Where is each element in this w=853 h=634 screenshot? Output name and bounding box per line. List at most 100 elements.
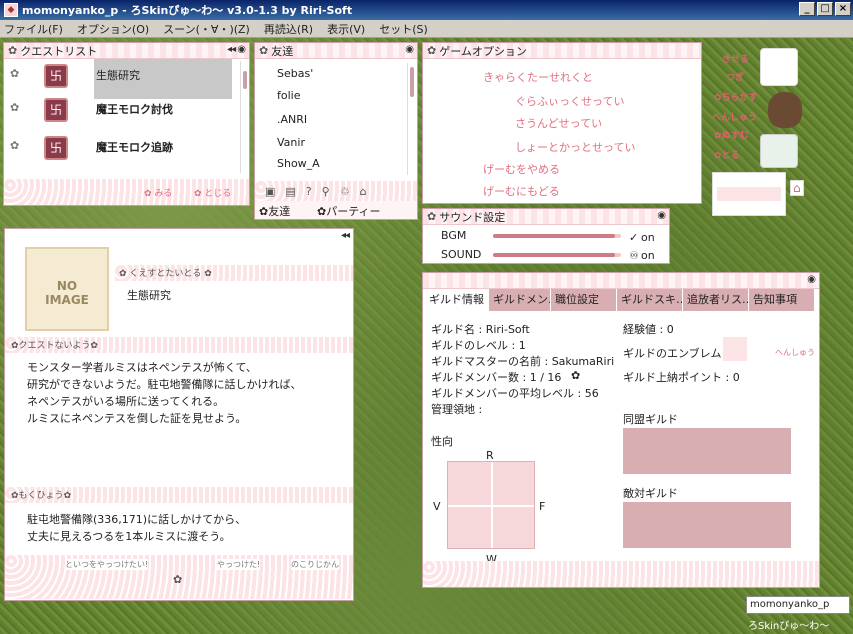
- view-button[interactable]: ✿ みる: [144, 186, 172, 199]
- tab-guild-info[interactable]: ギルド情報: [425, 289, 489, 311]
- menu-file[interactable]: ファイル(F): [4, 21, 63, 37]
- no-image-text: NO IMAGE: [45, 279, 89, 307]
- guild-footer: [423, 561, 819, 587]
- menu-set[interactable]: セット(S): [379, 21, 428, 37]
- friends-tabbar: ✿友達 ✿パーティー: [255, 201, 417, 219]
- axis-v-label: V: [433, 500, 441, 513]
- tab-party[interactable]: ✿パーティー: [317, 203, 381, 219]
- sound-settings-header[interactable]: ✿ サウンド設定 ◉: [423, 209, 669, 225]
- close-guild-icon[interactable]: ◉: [807, 274, 816, 285]
- quest-list-scrollbar[interactable]: [240, 61, 248, 173]
- side-item[interactable]: ✿ぬすむ: [714, 128, 749, 141]
- quest-goal-line: 丈夫に見えるつるを1本ルミスに渡そう。: [27, 530, 231, 543]
- tab-guild-skills[interactable]: ギルドスキ…: [617, 289, 683, 311]
- lock-icon[interactable]: ⌂: [360, 185, 367, 198]
- quest-goal-label: ✿もくひょう✿: [11, 491, 72, 501]
- trash-icon[interactable]: ♲: [340, 185, 350, 198]
- tab-notice[interactable]: 告知事項: [749, 289, 815, 311]
- friends-header[interactable]: ✿ 友達 ◉: [255, 43, 417, 59]
- emblem-edit-button[interactable]: へんしゅう: [775, 347, 815, 358]
- sound-state: on: [641, 249, 655, 262]
- menu-option[interactable]: オプション(O): [77, 21, 149, 37]
- collapse-icon[interactable]: ◉: [405, 44, 414, 55]
- collapse-icon[interactable]: ◉: [657, 210, 666, 221]
- quest-detail-footer: といつをやっつけたい! やっつけた! のこりじかん ✿: [5, 555, 353, 599]
- paw-icon: ✿: [10, 101, 20, 114]
- bgm-state: on: [641, 231, 655, 244]
- chat-input[interactable]: [717, 187, 781, 201]
- friends-scrollbar[interactable]: [407, 63, 415, 175]
- guild-tendency-label: 性向: [431, 435, 453, 448]
- chat-box[interactable]: [712, 172, 786, 216]
- option-sound[interactable]: さうんどせってい: [515, 115, 602, 131]
- side-item[interactable]: ✿ちらかす: [714, 90, 758, 103]
- paw-icon: ✿: [427, 210, 437, 223]
- minimize-button[interactable]: _: [799, 2, 815, 16]
- friend-item[interactable]: Sebas': [277, 67, 313, 80]
- quest-list-header[interactable]: ✿ クエストリスト ◂◂ ◉: [4, 43, 249, 59]
- close-list-button[interactable]: ✿ とじる: [194, 186, 231, 199]
- quest-item[interactable]: ✿ 卐 生態研究: [6, 59, 238, 99]
- title-bar: ◆ momonyanko_p - ろSkinぴゅ〜わ〜 v3.0-1.3 by …: [0, 0, 853, 20]
- side-panel: きせる つぎ ✿ちらかす へんしゅう ✿ぬすむ ✿とる ⌂: [708, 44, 818, 224]
- option-character-select[interactable]: きゃらくたーせれくと: [483, 69, 593, 85]
- paw-icon[interactable]: ✿: [571, 369, 580, 382]
- search-icon[interactable]: ⚲: [322, 185, 330, 198]
- tab-friends[interactable]: ✿友達: [259, 203, 290, 219]
- side-item[interactable]: ✿とる: [714, 148, 740, 161]
- allied-guild-list: [623, 428, 791, 474]
- quest-list-footer: ✿ みる ✿ とじる: [4, 179, 249, 205]
- bgm-slider[interactable]: [493, 234, 621, 238]
- friend-item[interactable]: .ANRI: [277, 113, 307, 126]
- option-graphics[interactable]: ぐらふぃっくせってい: [515, 93, 624, 109]
- collapse-icon[interactable]: ◂◂: [341, 230, 350, 241]
- game-options-title: ゲームオプション: [439, 44, 527, 58]
- friend-item[interactable]: Show_A: [277, 157, 320, 170]
- sound-slider-fill: [493, 253, 615, 257]
- close-button[interactable]: ×: [835, 2, 851, 16]
- hostile-guild-label: 敵対ギルド: [623, 487, 678, 500]
- option-quit-game[interactable]: げーむをやめる: [483, 161, 560, 177]
- paw-icon: ✿: [259, 44, 269, 57]
- add-friend-icon[interactable]: ▣: [265, 185, 275, 198]
- scroll-thumb[interactable]: [243, 71, 247, 89]
- help-icon[interactable]: ?: [306, 185, 312, 198]
- quest-item[interactable]: ✿ 卐 魔王モロク討伐: [6, 95, 238, 125]
- sound-toggle[interactable]: ♾: [629, 249, 639, 262]
- guild-header[interactable]: ◉: [423, 273, 819, 289]
- side-item[interactable]: きせる: [722, 52, 749, 65]
- scroll-thumb[interactable]: [410, 67, 414, 97]
- quest-item[interactable]: ✿ 卐 魔王モロク追跡: [6, 133, 238, 163]
- tab-expelled-list[interactable]: 追放者リス…: [683, 289, 749, 311]
- quest-detail-header[interactable]: ◂◂: [5, 229, 353, 245]
- guild-territory: 管理領地 :: [431, 403, 483, 416]
- collapse-icon[interactable]: ◂◂ ◉: [227, 44, 246, 55]
- game-options-header[interactable]: ✿ ゲームオプション: [423, 43, 701, 59]
- whisper-icon[interactable]: ▤: [285, 185, 295, 198]
- option-return-game[interactable]: げーむにもどる: [483, 183, 560, 199]
- portrait-slot[interactable]: [760, 48, 798, 86]
- sound-label: SOUND: [441, 248, 482, 261]
- side-item[interactable]: へんしゅう: [712, 110, 757, 123]
- tendency-grid: [447, 461, 535, 549]
- friends-title: 友達: [271, 44, 294, 58]
- axis-f-label: F: [539, 500, 546, 513]
- guild-tax-points: ギルド上納ポイント : 0: [623, 371, 740, 384]
- quest-icon: 卐: [44, 64, 68, 88]
- tab-position[interactable]: 職位設定: [551, 289, 617, 311]
- tab-guild-members[interactable]: ギルドメン…: [489, 289, 551, 311]
- menu-reload[interactable]: 再読込(R): [264, 21, 313, 37]
- maximize-button[interactable]: □: [817, 2, 833, 16]
- menu-view[interactable]: 表示(V): [327, 21, 365, 37]
- friend-item[interactable]: Vanir: [277, 136, 305, 149]
- menu-soon[interactable]: スーン(・∀・)(Z): [163, 21, 250, 37]
- taskbar-user[interactable]: momonyanko_p: [746, 596, 850, 614]
- friend-item[interactable]: folie: [277, 89, 300, 102]
- side-item[interactable]: つぎ: [726, 70, 744, 83]
- sound-slider[interactable]: [493, 253, 621, 257]
- menu-bar: ファイル(F) オプション(O) スーン(・∀・)(Z) 再読込(R) 表示(V…: [0, 20, 853, 38]
- option-shortcut[interactable]: しょーとかっとせってい: [515, 139, 635, 155]
- guild-exp: 経験値 : 0: [623, 323, 674, 336]
- lock-icon[interactable]: ⌂: [790, 180, 804, 196]
- bgm-toggle[interactable]: ✓: [629, 231, 638, 244]
